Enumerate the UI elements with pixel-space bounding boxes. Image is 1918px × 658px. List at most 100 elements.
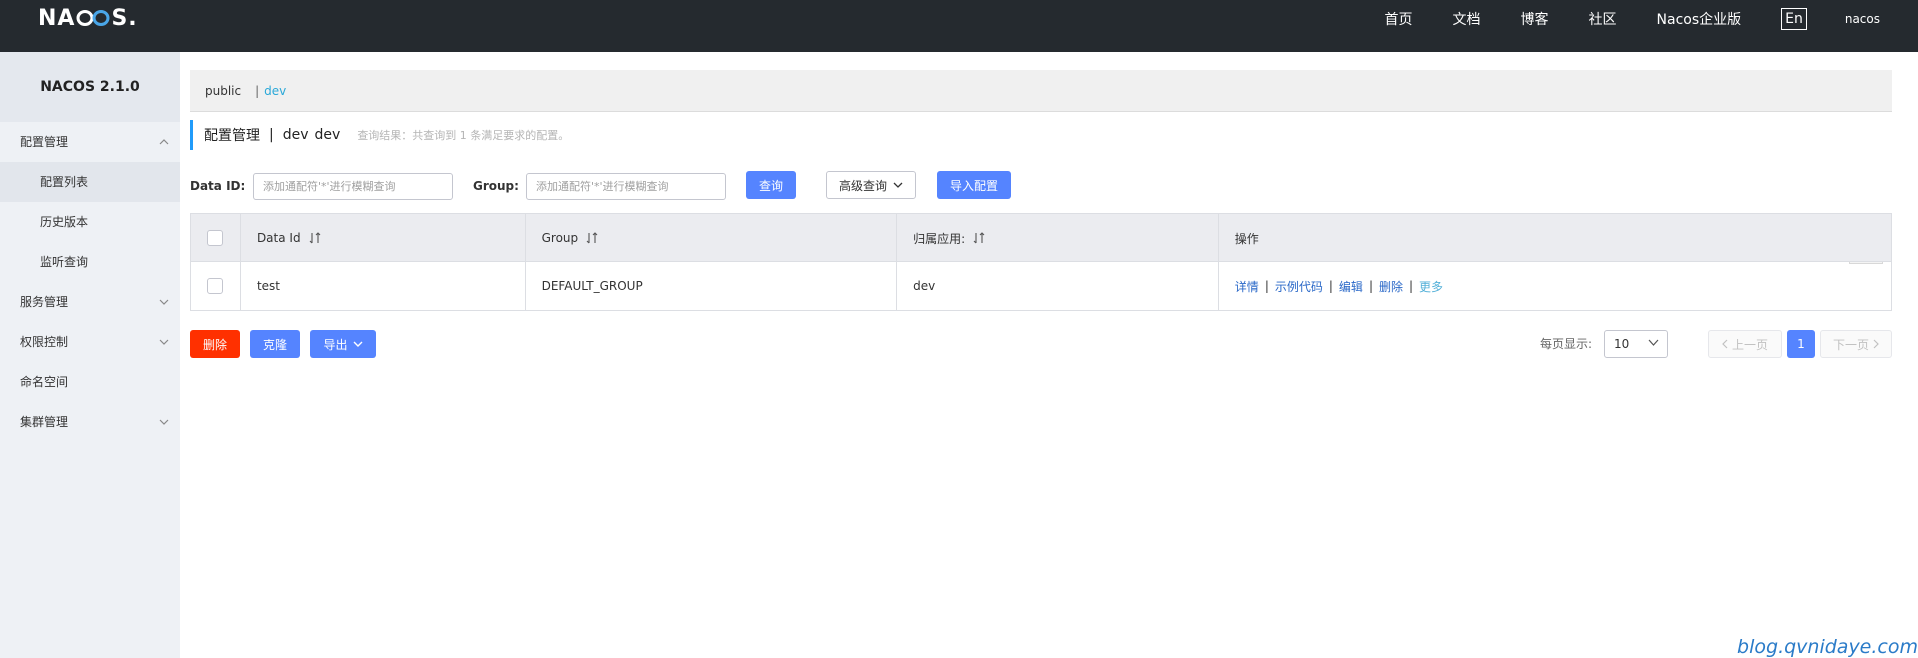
row-checkbox[interactable] xyxy=(207,278,224,294)
page-title: 配置管理 | dev dev 查询结果：共查询到 1 条满足要求的配置。 xyxy=(190,120,1892,150)
prev-page-button[interactable]: 上一页 xyxy=(1708,330,1782,358)
row-checkbox-cell xyxy=(191,262,241,310)
nav-community[interactable]: 社区 xyxy=(1589,9,1617,29)
delete-link[interactable]: 删除 xyxy=(1379,278,1403,295)
namespace-bar: public | dev xyxy=(190,70,1892,112)
edit-link[interactable]: 编辑 xyxy=(1339,278,1363,295)
language-toggle[interactable]: En xyxy=(1781,8,1807,30)
sidebar-item-namespace[interactable]: 命名空间 xyxy=(0,362,180,402)
namespace-public[interactable]: public xyxy=(205,84,241,98)
header-operations: 操作 xyxy=(1219,214,1891,262)
data-id-input[interactable] xyxy=(253,173,453,200)
chevron-down-icon xyxy=(353,341,362,347)
detail-link[interactable]: 详情 xyxy=(1235,278,1259,295)
sidebar-item-listener[interactable]: 监听查询 xyxy=(0,242,180,282)
sidebar-group-service[interactable]: 服务管理 xyxy=(0,282,180,322)
cell-operations: 详情 | 示例代码 | 编辑 | 删除 | 更多 xyxy=(1219,262,1891,310)
group-label: Group: xyxy=(473,179,519,193)
sidebar-item-config-list[interactable]: 配置列表 xyxy=(0,162,180,202)
ops-divider: | xyxy=(1409,279,1414,293)
nav-blog[interactable]: 博客 xyxy=(1521,9,1549,29)
header-label: 操作 xyxy=(1234,231,1259,246)
chevron-down-icon xyxy=(158,282,170,322)
table-row: test DEFAULT_GROUP dev 详情 | 示例代码 | 编辑 | … xyxy=(191,262,1891,310)
namespace-name: dev xyxy=(282,127,309,143)
sidebar-group-cluster[interactable]: 集群管理 xyxy=(0,402,180,442)
sidebar-group-label: 服务管理 xyxy=(20,295,69,309)
prev-page-label: 上一页 xyxy=(1731,337,1768,352)
sort-icon[interactable] xyxy=(973,232,985,244)
page-size-select[interactable]: 10 xyxy=(1604,330,1668,358)
header-label: 归属应用: xyxy=(913,231,966,246)
header-data-id: Data Id xyxy=(241,214,526,262)
nav-home[interactable]: 首页 xyxy=(1385,9,1413,29)
header-group: Group xyxy=(526,214,898,262)
chevron-down-icon xyxy=(1648,339,1659,346)
table-header-row: Data Id Group 归属应用: 操作 xyxy=(191,214,1891,262)
nacos-logo[interactable]: NA S. xyxy=(38,5,138,31)
chevron-left-icon xyxy=(1722,339,1728,349)
header-checkbox-cell xyxy=(191,214,241,262)
query-result-text: 查询结果：共查询到 1 条满足要求的配置。 xyxy=(357,129,570,142)
page-size-value: 10 xyxy=(1614,337,1630,351)
clone-button[interactable]: 克隆 xyxy=(250,330,300,358)
page-title-text: 配置管理 xyxy=(204,128,260,144)
sidebar-group-config[interactable]: 配置管理 xyxy=(0,122,180,162)
ops-divider: | xyxy=(1328,279,1333,293)
export-button[interactable]: 导出 xyxy=(310,330,376,358)
cell-data-id: test xyxy=(241,262,526,310)
chevron-down-icon xyxy=(158,322,170,362)
group-input[interactable] xyxy=(526,173,726,200)
sample-code-link[interactable]: 示例代码 xyxy=(1275,278,1323,295)
page-size-label: 每页显示: xyxy=(1540,337,1593,351)
sidebar: NACOS 2.1.0 配置管理 配置列表 历史版本 监听查询 服务管理 权限控… xyxy=(0,52,180,658)
logo-text-suffix: S. xyxy=(111,5,138,31)
user-menu[interactable]: nacos xyxy=(1845,12,1880,26)
header-app: 归属应用: xyxy=(897,214,1219,262)
export-label: 导出 xyxy=(323,337,348,352)
config-table: Data Id Group 归属应用: 操作 test DEFAULT_GROU… xyxy=(190,213,1892,311)
cell-group: DEFAULT_GROUP xyxy=(526,262,898,310)
next-page-button[interactable]: 下一页 xyxy=(1820,330,1892,358)
data-id-label: Data ID: xyxy=(190,179,246,193)
nav-docs[interactable]: 文档 xyxy=(1453,9,1481,29)
more-link[interactable]: 更多 xyxy=(1419,278,1443,295)
sort-icon[interactable] xyxy=(586,232,598,244)
next-page-label: 下一页 xyxy=(1832,337,1869,352)
nav-enterprise[interactable]: Nacos企业版 xyxy=(1657,9,1742,29)
ops-divider: | xyxy=(1264,279,1269,293)
namespace-separator: | xyxy=(255,83,260,98)
version-title: NACOS 2.1.0 xyxy=(0,52,180,122)
ops-divider: | xyxy=(1368,279,1373,293)
chevron-up-icon xyxy=(158,122,170,162)
chevron-down-icon xyxy=(158,402,170,442)
sort-icon[interactable] xyxy=(309,232,321,244)
search-button[interactable]: 查询 xyxy=(746,171,796,199)
chevron-right-icon xyxy=(1873,339,1879,349)
sidebar-item-history[interactable]: 历史版本 xyxy=(0,202,180,242)
watermark: blog.qvnidaye.com xyxy=(1737,636,1918,658)
batch-delete-button[interactable]: 删除 xyxy=(190,330,240,358)
title-separator: | xyxy=(269,127,274,143)
sidebar-group-auth[interactable]: 权限控制 xyxy=(0,322,180,362)
page-number-current[interactable]: 1 xyxy=(1787,330,1815,358)
top-nav: 首页 文档 博客 社区 Nacos企业版 En nacos xyxy=(1385,0,1918,38)
namespace-dev[interactable]: dev xyxy=(264,84,286,98)
logo-text-prefix: NA xyxy=(38,5,76,31)
advanced-query-button[interactable]: 高级查询 xyxy=(826,171,916,199)
filter-bar: Data ID: Group: 查询 高级查询 导入配置 xyxy=(190,171,1892,201)
header-label: Group xyxy=(541,231,579,245)
namespace-id: dev xyxy=(314,127,341,143)
bottom-actions: 删除 克隆 导出 每页显示: 10 上一页 1 下一页 xyxy=(190,330,1892,358)
import-config-button[interactable]: 导入配置 xyxy=(937,171,1011,199)
sidebar-group-label: 权限控制 xyxy=(20,335,69,349)
advanced-query-label: 高级查询 xyxy=(838,178,887,193)
cell-app: dev xyxy=(897,262,1219,310)
sidebar-group-label: 命名空间 xyxy=(20,375,69,389)
chevron-down-icon xyxy=(893,182,903,188)
sidebar-group-label: 配置管理 xyxy=(20,135,69,149)
header-label: Data Id xyxy=(256,231,301,245)
sidebar-group-label: 集群管理 xyxy=(20,415,69,429)
logo-infinity-icon xyxy=(76,9,110,27)
select-all-checkbox[interactable] xyxy=(207,230,224,246)
